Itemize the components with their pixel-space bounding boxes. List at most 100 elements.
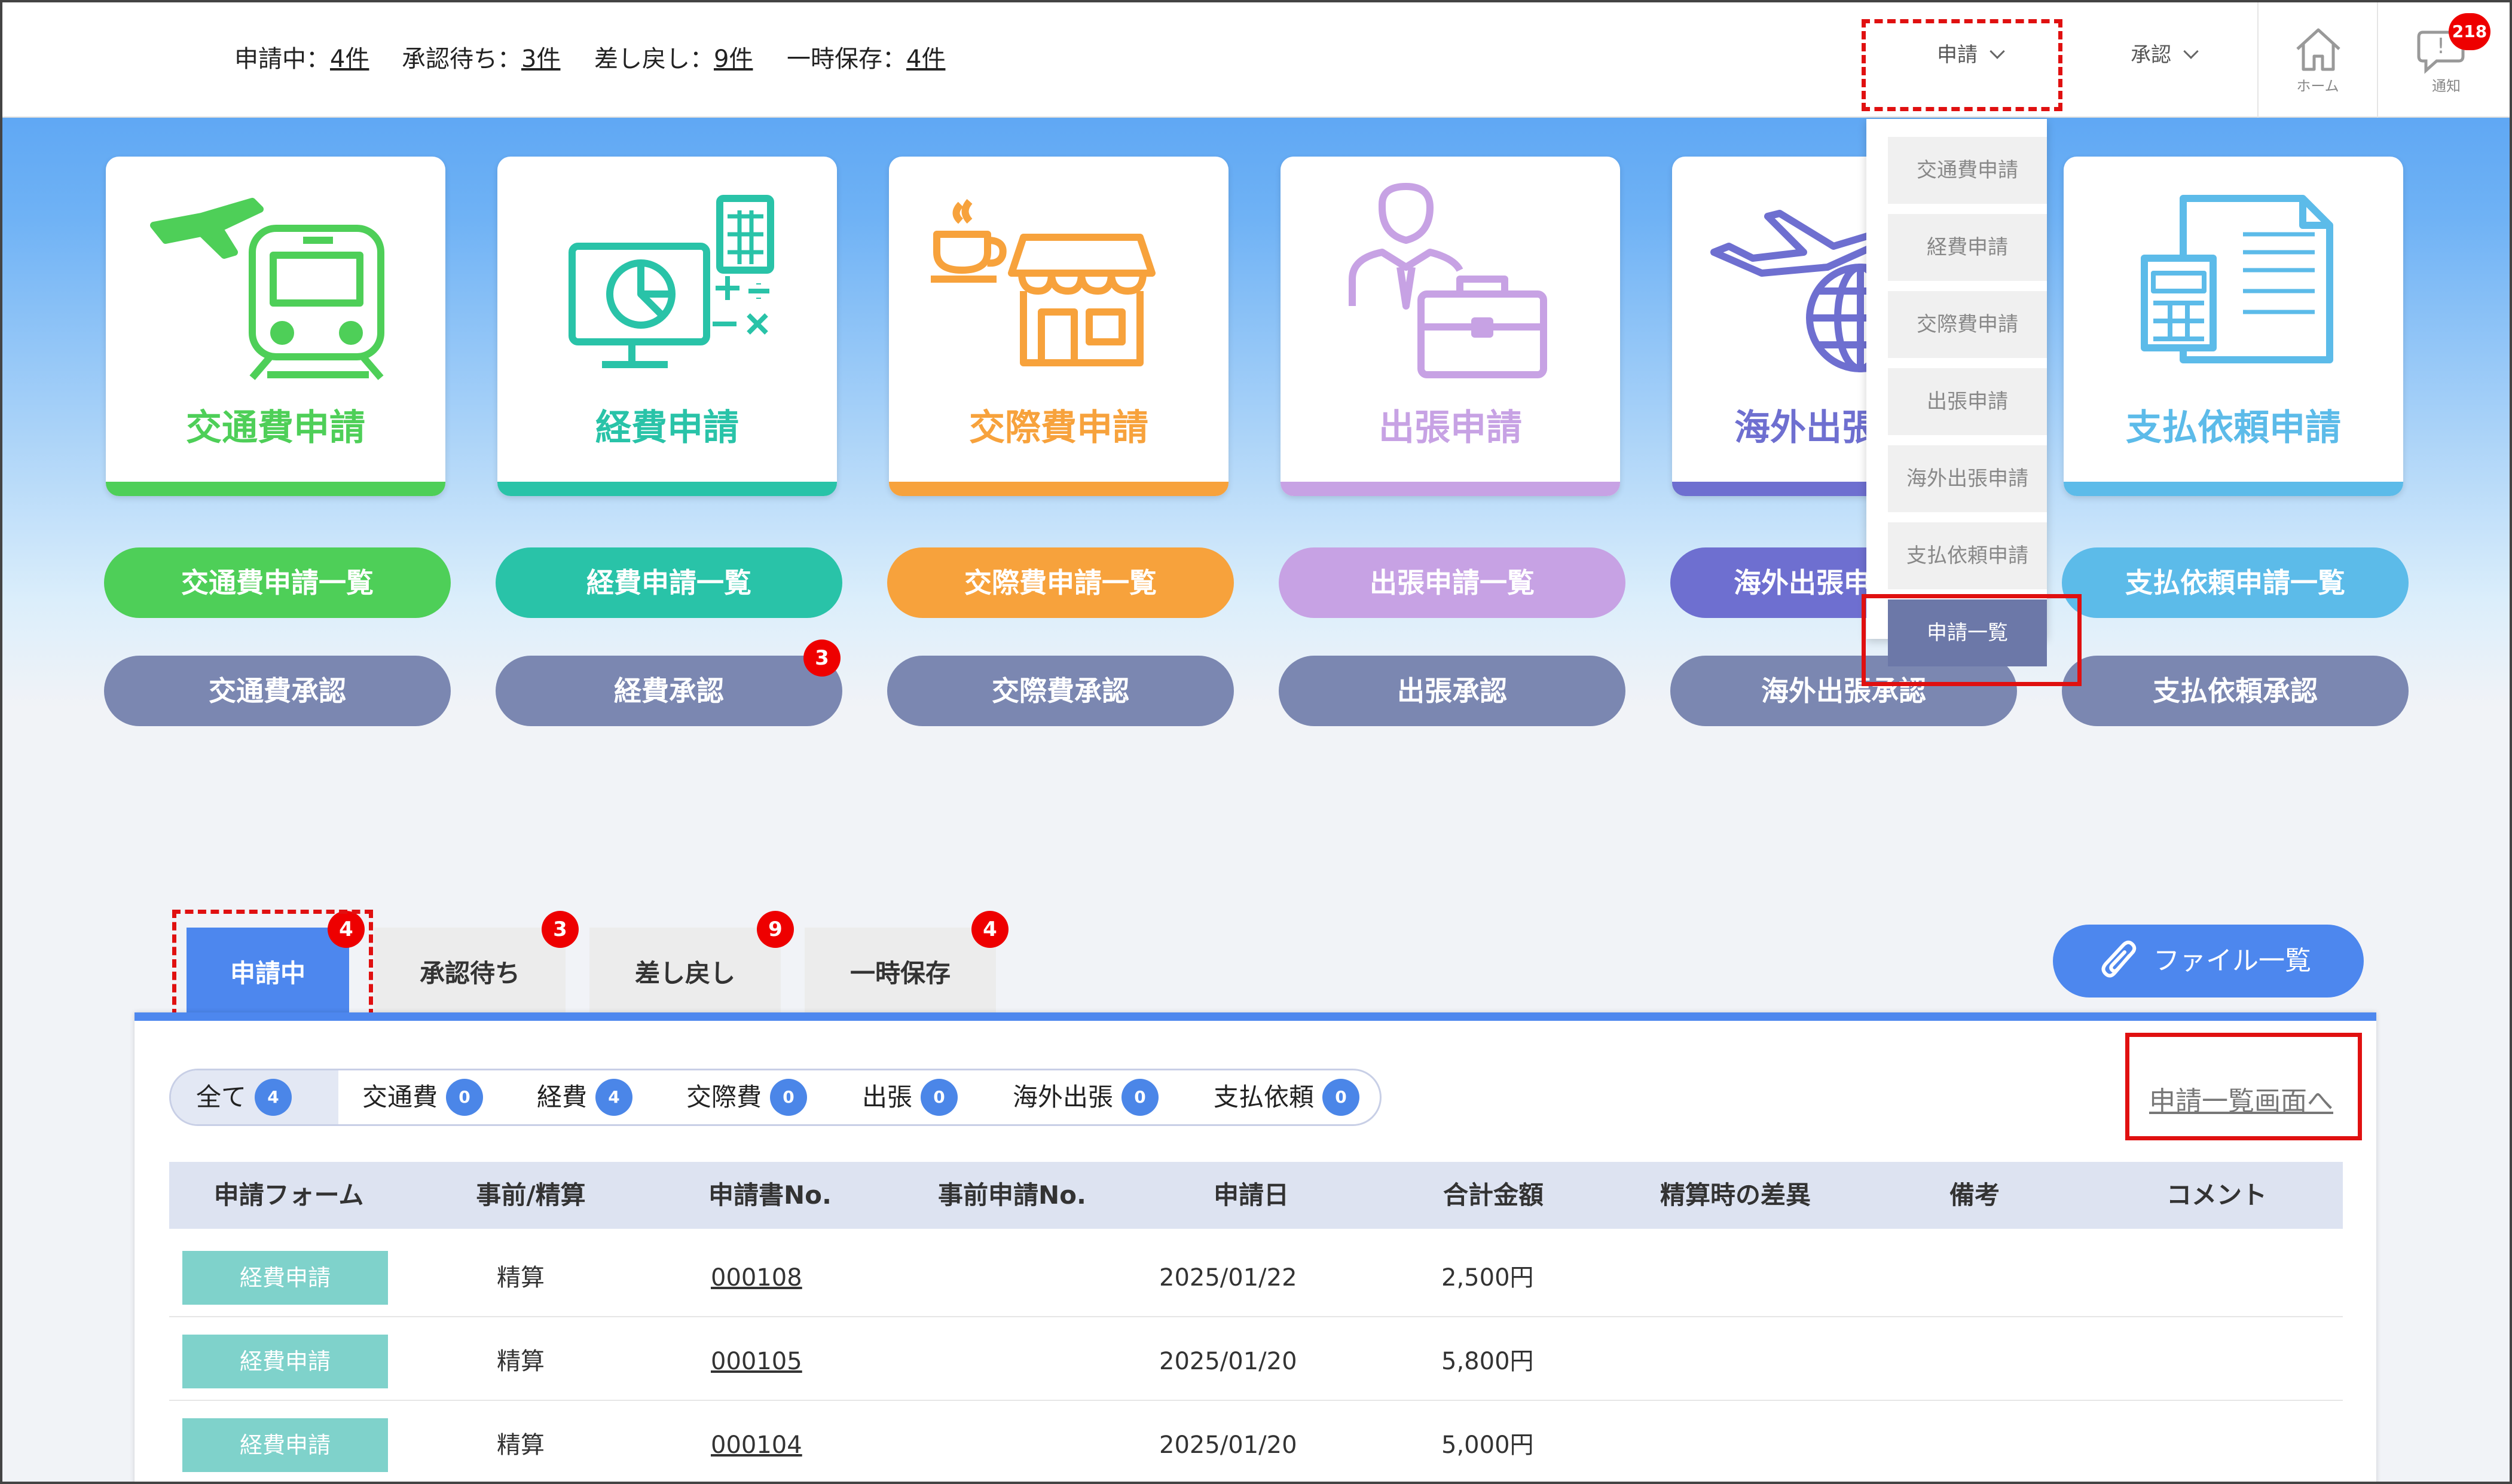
stat-draft: 一時保存：4件 (787, 45, 946, 73)
card-accent-bar (106, 482, 445, 496)
form-type-badge: 経費申請 (182, 1251, 388, 1305)
application-date: 2025/01/20 (1159, 1431, 1297, 1459)
notification-count-badge: 218 (2449, 13, 2490, 50)
card-entertainment-application[interactable]: 交際費申請 (889, 157, 1229, 496)
stat-returned: 差し戻し：9件 (594, 45, 753, 73)
expense-approve-button[interactable]: 経費承認 (496, 656, 842, 726)
application-number-link[interactable]: 000105 (711, 1320, 802, 1403)
filter-expense[interactable]: 経費 4 (537, 1070, 633, 1124)
filter-overseas-trip[interactable]: 海外出張 0 (1013, 1070, 1159, 1124)
total-amount: 2,500円 (1441, 1264, 1534, 1292)
tab-badge: 9 (757, 911, 794, 948)
highlight-apply-nav (1862, 19, 2062, 111)
total-amount: 5,000円 (1441, 1431, 1534, 1459)
filter-entertainment[interactable]: 交際費 0 (686, 1070, 808, 1124)
column-header: 申請日 (1213, 1180, 1289, 1210)
highlight-list-screen-link (2125, 1033, 2362, 1140)
nav-approve-dropdown[interactable]: 承認 (2131, 38, 2199, 68)
chevron-down-icon (2183, 44, 2199, 59)
stat-pending-approval: 承認待ち：3件 (402, 45, 561, 73)
filter-transport[interactable]: 交通費 0 (362, 1070, 484, 1124)
payment-request-list-button[interactable]: 支払依頼申請一覧 (2062, 547, 2409, 618)
column-header: 精算時の差異 (1660, 1180, 1811, 1210)
stat-applying-link[interactable]: 4件 (330, 45, 369, 73)
card-transport-application[interactable]: 交通費申請 (106, 157, 445, 496)
stat-applying: 申請中：4件 (234, 45, 369, 73)
tab-pending-approval[interactable]: 承認待ち (374, 928, 566, 1016)
card-title: 経費申請 (595, 407, 739, 449)
notification-button[interactable]: ! 218 通知 (2377, 2, 2510, 118)
menu-item-overseas-trip[interactable]: 海外出張申請 (1888, 445, 2047, 512)
apply-dropdown-menu: 交通費申請 経費申請 交際費申請 出張申請 海外出張申請 支払依頼申請 申請一覧 (1866, 119, 2047, 666)
application-number-link[interactable]: 000108 (711, 1236, 802, 1320)
column-header: 合計金額 (1443, 1180, 1544, 1210)
table-row[interactable]: 経費申請 精算 000104 2025/01/20 5,000円 (169, 1403, 2343, 1482)
home-icon (2296, 28, 2340, 71)
cafe-store-icon (931, 199, 1156, 366)
tab-badge: 3 (542, 911, 579, 948)
total-amount: 5,800円 (1441, 1348, 1534, 1375)
application-date: 2025/01/22 (1159, 1264, 1297, 1292)
card-title: 出張申請 (1379, 407, 1522, 449)
transport-list-button[interactable]: 交通費申請一覧 (104, 547, 451, 618)
payment-request-approve-button[interactable]: 支払依頼承認 (2062, 656, 2409, 726)
tab-returned[interactable]: 差し戻し (589, 928, 781, 1016)
card-accent-bar (2064, 482, 2403, 496)
settlement-type: 精算 (497, 1264, 545, 1292)
settlement-type: 精算 (497, 1431, 545, 1459)
highlight-list-menu-item (1862, 594, 2082, 686)
table-row[interactable]: 経費申請 精算 000105 2025/01/20 5,800円 (169, 1320, 2343, 1401)
top-header: 申請中：4件 承認待ち：3件 差し戻し：9件 一時保存：4件 申請 承認 ホーム… (2, 2, 2510, 118)
menu-item-entertainment[interactable]: 交際費申請 (1888, 291, 2047, 358)
application-number-link[interactable]: 000104 (711, 1403, 802, 1482)
card-accent-bar (889, 482, 1229, 496)
filter-all[interactable]: 全て 4 (196, 1070, 292, 1124)
column-header: コメント (2166, 1180, 2267, 1210)
transport-approve-button[interactable]: 交通費承認 (104, 656, 451, 726)
card-accent-bar (1281, 482, 1620, 496)
svg-text:!: ! (2437, 34, 2445, 59)
form-type-badge: 経費申請 (182, 1418, 388, 1472)
card-accent-bar (497, 482, 837, 496)
tab-draft[interactable]: 一時保存 (805, 928, 996, 1016)
category-filter-bar: 全て 4 交通費 0 経費 4 交際費 0 出張 0 海外出張 0 支払依頼 0 (169, 1069, 1382, 1126)
card-expense-application[interactable]: 経費申請 (497, 157, 837, 496)
stat-draft-link[interactable]: 4件 (906, 45, 945, 73)
home-button[interactable]: ホーム (2257, 2, 2377, 118)
card-payment-request-application[interactable]: 支払依頼申請 (2064, 157, 2403, 496)
column-header: 事前申請No. (938, 1180, 1086, 1210)
menu-item-transport[interactable]: 交通費申請 (1888, 137, 2047, 204)
trip-list-button[interactable]: 出張申請一覧 (1279, 547, 1625, 618)
businessman-briefcase-icon (1349, 183, 1547, 378)
monitor-chart-icon (569, 195, 774, 368)
filter-business-trip[interactable]: 出張 0 (862, 1070, 958, 1124)
card-title: 交際費申請 (969, 407, 1148, 449)
card-title: 交通費申請 (186, 407, 365, 449)
trip-approve-button[interactable]: 出張承認 (1279, 656, 1625, 726)
menu-item-payment-request[interactable]: 支払依頼申請 (1888, 522, 2047, 589)
stat-returned-link[interactable]: 9件 (714, 45, 753, 73)
stat-pending-link[interactable]: 3件 (521, 45, 560, 73)
entertainment-list-button[interactable]: 交際費申請一覧 (887, 547, 1234, 618)
card-business-trip-application[interactable]: 出張申請 (1281, 157, 1620, 496)
menu-item-expense[interactable]: 経費申請 (1888, 214, 2047, 281)
expense-approve-badge: 3 (803, 640, 841, 677)
entertainment-approve-button[interactable]: 交際費承認 (887, 656, 1234, 726)
table-header: 申請フォーム 事前/精算 申請書No. 事前申請No. 申請日 合計金額 精算時… (169, 1162, 2343, 1229)
application-panel: 全て 4 交通費 0 経費 4 交際費 0 出張 0 海外出張 0 支払依頼 0 申請一覧画面… (135, 1012, 2376, 1482)
column-header: 申請書No. (708, 1180, 832, 1210)
app-window: 申請中：4件 承認待ち：3件 差し戻し：9件 一時保存：4件 申請 承認 ホーム… (0, 0, 2512, 1484)
menu-item-business-trip[interactable]: 出張申請 (1888, 368, 2047, 435)
file-list-button[interactable]: ファイル一覧 (2053, 925, 2364, 998)
expense-list-button[interactable]: 経費申請一覧 (496, 547, 842, 618)
highlight-applying-tab (172, 910, 373, 1017)
paperclip-icon (2101, 940, 2137, 978)
form-type-badge: 経費申請 (182, 1335, 388, 1388)
tab-badge: 4 (971, 911, 1009, 948)
table-row[interactable]: 経費申請 精算 000108 2025/01/22 2,500円 (169, 1236, 2343, 1317)
filter-payment-request[interactable]: 支払依頼 0 (1214, 1070, 1360, 1124)
application-date: 2025/01/20 (1159, 1348, 1297, 1375)
column-header: 申請フォーム (213, 1180, 364, 1210)
column-header: 備考 (1949, 1180, 2000, 1210)
column-header: 事前/精算 (476, 1180, 586, 1210)
